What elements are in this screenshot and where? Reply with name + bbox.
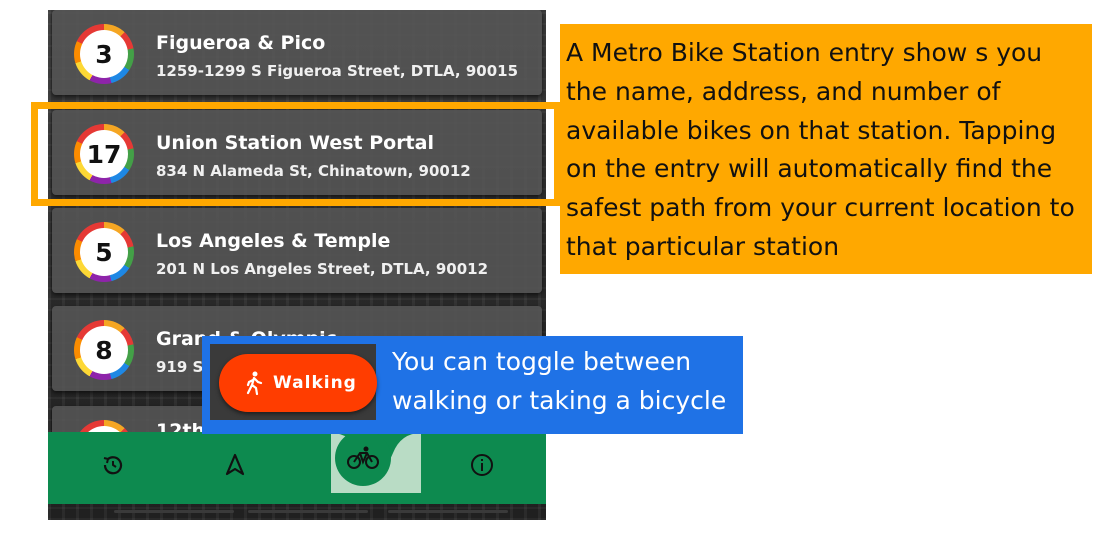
toggle-callout-line: walking or taking a bicycle (392, 386, 727, 415)
walking-toggle-button[interactable]: Walking (219, 354, 377, 412)
station-address: 1259-1299 S Figueroa Street, DTLA, 90015 (156, 62, 519, 80)
bike-count-ring: 8 (74, 320, 134, 380)
system-bar-indicator (248, 510, 368, 513)
station-entry-highlight (31, 102, 561, 206)
walking-toggle-preview: Walking (210, 344, 377, 420)
bicycle-icon (347, 446, 379, 469)
bike-count: 3 (80, 30, 128, 78)
station-address: 201 N Los Angeles Street, DTLA, 90012 (156, 260, 489, 278)
bicycle-button[interactable] (335, 430, 391, 486)
station-name: Figueroa & Pico (156, 32, 326, 54)
toggle-callout-line: You can toggle between (392, 347, 692, 376)
bike-count: 5 (80, 228, 128, 276)
toggle-callout-text: You can toggle between walking or taking… (392, 342, 726, 420)
station-address: 919 S (156, 358, 204, 376)
station-card[interactable]: 5 Los Angeles & Temple 201 N Los Angeles… (52, 208, 542, 293)
history-icon[interactable] (98, 450, 128, 480)
system-bar-indicator (388, 510, 508, 513)
walking-person-icon (246, 371, 263, 395)
system-bar-indicator (114, 510, 234, 513)
walking-label: Walking (273, 373, 357, 393)
bike-count-ring: 3 (74, 24, 134, 84)
bike-count-ring: 5 (74, 222, 134, 282)
navigation-arrow-icon[interactable] (220, 450, 250, 480)
toggle-callout: Walking You can toggle between walking o… (202, 336, 743, 434)
station-name: Los Angeles & Temple (156, 230, 391, 252)
station-card[interactable]: 3 Figueroa & Pico 1259-1299 S Figueroa S… (52, 10, 542, 95)
station-entry-callout: A Metro Bike Station entry show s you th… (560, 24, 1092, 274)
info-icon[interactable] (467, 450, 497, 480)
bike-count: 8 (80, 326, 128, 374)
phone-screen: 3 Figueroa & Pico 1259-1299 S Figueroa S… (48, 10, 546, 520)
